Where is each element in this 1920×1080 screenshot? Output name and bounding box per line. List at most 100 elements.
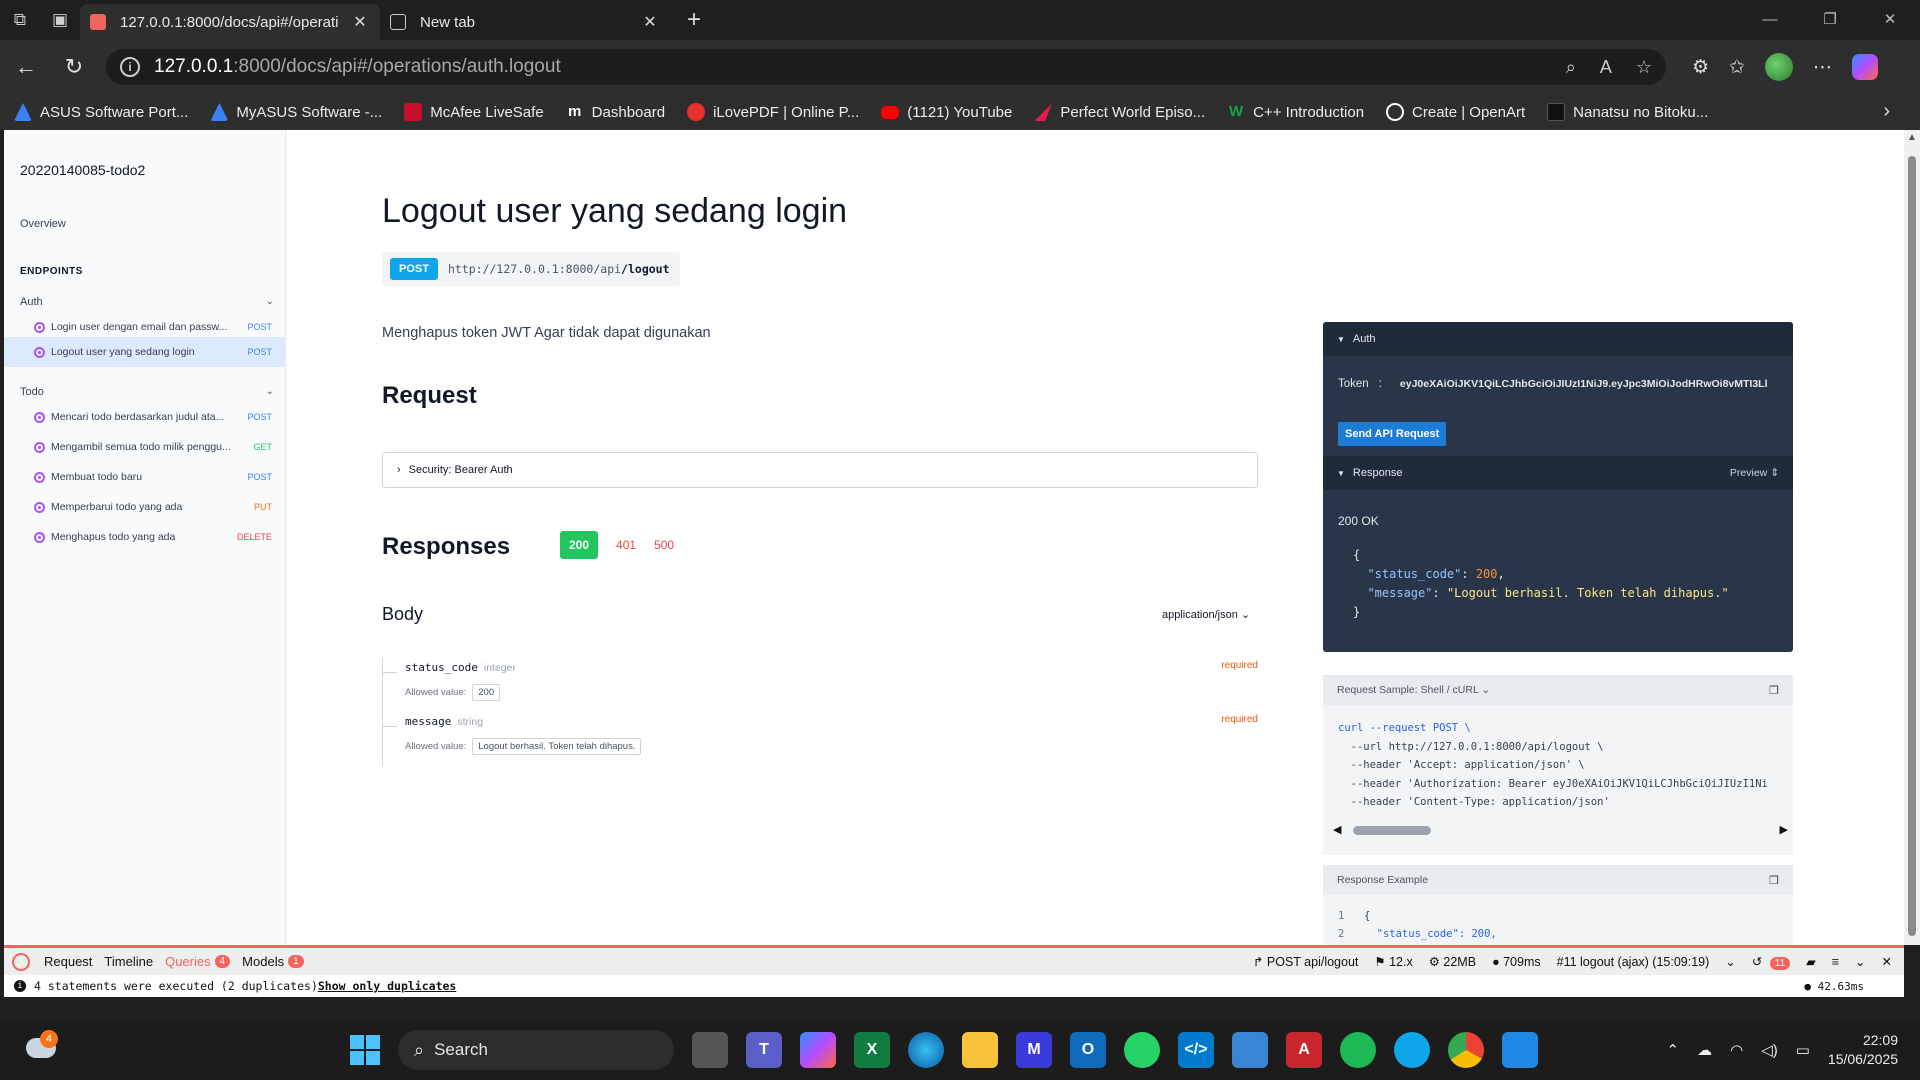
- close-tab-icon[interactable]: ✕: [640, 12, 660, 32]
- chevron-down-icon[interactable]: ⌄: [1725, 954, 1735, 969]
- acrobat-icon[interactable]: A: [1286, 1032, 1322, 1068]
- close-tab-icon[interactable]: ✕: [350, 12, 370, 32]
- scroll-left-icon[interactable]: ◀: [1333, 823, 1341, 836]
- sidebar-item-list-todo[interactable]: Mengambil semua todo milik penggu... GET: [4, 432, 286, 462]
- spotify-icon[interactable]: [1340, 1032, 1376, 1068]
- restore-icon[interactable]: ❐: [1800, 0, 1860, 40]
- scroll-right-icon[interactable]: ▶: [1780, 823, 1788, 836]
- edge-icon[interactable]: [908, 1032, 944, 1068]
- copy-icon[interactable]: ❐: [1769, 684, 1779, 697]
- profile-avatar[interactable]: [1764, 53, 1793, 81]
- folder-icon[interactable]: ▰: [1806, 954, 1816, 969]
- sidebar-item-search-todo[interactable]: Mencari todo berdasarkan judul ata... PO…: [4, 402, 286, 432]
- copilot-icon[interactable]: [1851, 54, 1878, 80]
- vscode-icon[interactable]: </>: [1178, 1032, 1214, 1068]
- scroll-up-icon[interactable]: ▲: [1907, 132, 1917, 143]
- scrollbar-thumb[interactable]: [1353, 826, 1431, 835]
- bookmark-item[interactable]: Nanatsu no Bitoku...: [1547, 103, 1708, 121]
- outlook-icon[interactable]: O: [1070, 1032, 1106, 1068]
- bookmark-item[interactable]: m Dashboard: [566, 103, 665, 121]
- teams-icon[interactable]: T: [746, 1032, 782, 1068]
- show-duplicates-link[interactable]: Show only duplicates: [318, 979, 456, 993]
- notepad-icon[interactable]: [1232, 1032, 1268, 1068]
- page-scrollbar[interactable]: ▲: [1904, 130, 1920, 945]
- battery-icon[interactable]: ▭: [1796, 1041, 1810, 1059]
- sidebar-group-auth[interactable]: Auth ⌄: [20, 296, 274, 308]
- bookmark-item[interactable]: iLovePDF | Online P...: [687, 103, 859, 121]
- wifi-icon[interactable]: ◠: [1730, 1041, 1743, 1059]
- sidebar-item-logout[interactable]: Logout user yang sedang login POST: [4, 337, 286, 367]
- back-button[interactable]: ←: [4, 45, 48, 89]
- bookmark-item[interactable]: (1121) YouTube: [881, 104, 1012, 121]
- vertical-tabs-icon[interactable]: ▣: [40, 0, 80, 40]
- request-sample-language-select[interactable]: Request Sample: Shell / cURL ⌄: [1337, 684, 1490, 696]
- extensions-icon[interactable]: ⚙: [1692, 56, 1709, 79]
- task-view-icon[interactable]: [692, 1032, 728, 1068]
- favorites-icon[interactable]: ✩: [1729, 56, 1745, 79]
- tab-active[interactable]: 127.0.0.1:8000/docs/api#/operati ✕: [80, 4, 380, 40]
- workspaces-icon[interactable]: ⧉: [0, 0, 40, 40]
- tab-status-500[interactable]: 500: [654, 538, 674, 552]
- laravel-logo-icon[interactable]: [12, 952, 30, 971]
- favorite-star-icon[interactable]: ☆: [1636, 57, 1652, 78]
- sidebar-item-update-todo[interactable]: Memperbarui todo yang ada PUT: [4, 492, 286, 522]
- sidebar-item-create-todo[interactable]: Membuat todo baru POST: [4, 462, 286, 492]
- sidebar-item-delete-todo[interactable]: Menghapus todo yang ada DELETE: [4, 522, 286, 552]
- read-aloud-icon[interactable]: A: [1600, 57, 1612, 78]
- auth-section-header[interactable]: ▼ Auth: [1323, 322, 1793, 356]
- tab-status-401[interactable]: 401: [616, 538, 636, 552]
- new-tab-button[interactable]: +: [676, 6, 712, 34]
- token-input[interactable]: eyJ0eXAiOiJKV1QiLCJhbGciOiJIUzI1NiJ9.eyJ…: [1400, 378, 1770, 390]
- volume-icon[interactable]: ◁): [1761, 1041, 1778, 1059]
- preview-select[interactable]: Preview ⇕: [1730, 467, 1779, 479]
- bookmark-item[interactable]: Create | OpenArt: [1386, 103, 1525, 121]
- security-accordion[interactable]: › Security: Bearer Auth: [382, 452, 1258, 488]
- copilot-app-icon[interactable]: [800, 1032, 836, 1068]
- app-icon[interactable]: [1394, 1032, 1430, 1068]
- clock[interactable]: 22:09 15/06/2025: [1828, 1031, 1898, 1069]
- taskbar-search[interactable]: ⌕ Search: [398, 1030, 674, 1070]
- debugbar-tab-queries[interactable]: Queries 4: [165, 954, 231, 969]
- close-window-icon[interactable]: ✕: [1860, 0, 1920, 40]
- debugbar-tab-models[interactable]: Models 1: [242, 954, 304, 969]
- sidebar-group-todo[interactable]: Todo ⌄: [20, 386, 274, 398]
- bookmark-item[interactable]: McAfee LiveSafe: [404, 103, 544, 121]
- bookmark-item[interactable]: MyASUS Software -...: [210, 103, 382, 121]
- site-info-icon[interactable]: i: [120, 57, 140, 77]
- close-debugbar-icon[interactable]: ✕: [1882, 954, 1892, 969]
- minimize-icon[interactable]: —: [1740, 0, 1800, 40]
- url-field[interactable]: i 127.0.0.1:8000/docs/api#/operations/au…: [106, 49, 1666, 85]
- send-api-request-button[interactable]: Send API Request: [1338, 422, 1447, 446]
- refresh-button[interactable]: ↻: [52, 45, 96, 89]
- chrome-icon[interactable]: [1448, 1032, 1484, 1068]
- debugbar-tab-request[interactable]: Request: [44, 954, 92, 969]
- debugbar-tab-timeline[interactable]: Timeline: [104, 954, 153, 969]
- tab-status-200[interactable]: 200: [560, 531, 599, 559]
- bookmarks-overflow-chevron-icon[interactable]: ›: [1883, 100, 1890, 123]
- file-explorer-icon[interactable]: [962, 1032, 998, 1068]
- photos-icon[interactable]: [1502, 1032, 1538, 1068]
- history-icon[interactable]: ↺ 11: [1752, 954, 1791, 970]
- bookmark-item[interactable]: W C++ Introduction: [1227, 103, 1364, 121]
- response-section-header[interactable]: ▼ Response Preview ⇕: [1323, 456, 1793, 490]
- sidebar-item-overview[interactable]: Overview: [20, 218, 66, 230]
- minimize-debugbar-icon[interactable]: ⌄: [1855, 954, 1865, 969]
- more-menu-icon[interactable]: ⋯: [1813, 56, 1832, 79]
- start-button-icon[interactable]: [350, 1035, 380, 1065]
- zoom-icon[interactable]: ⌕: [1566, 57, 1576, 78]
- onedrive-icon[interactable]: ☁: [1697, 1041, 1712, 1059]
- excel-icon[interactable]: X: [854, 1032, 890, 1068]
- ai-app-icon[interactable]: M: [1016, 1032, 1052, 1068]
- weather-widget[interactable]: 4: [22, 1030, 58, 1066]
- bookmark-item[interactable]: ASUS Software Port...: [14, 103, 188, 121]
- tab-new-tab[interactable]: New tab ✕: [380, 4, 670, 40]
- copy-icon[interactable]: ❐: [1769, 874, 1779, 887]
- scrollbar-thumb[interactable]: [1908, 156, 1916, 936]
- whatsapp-icon[interactable]: [1124, 1032, 1160, 1068]
- bookmark-item[interactable]: Perfect World Episo...: [1034, 103, 1205, 121]
- horizontal-scrollbar[interactable]: ◀ ▶: [1333, 823, 1788, 837]
- request-selector[interactable]: #11 logout (ajax) (15:09:19): [1557, 955, 1710, 969]
- content-type-select[interactable]: application/json ⌄: [1162, 608, 1250, 621]
- settings-icon[interactable]: ≡: [1832, 955, 1839, 969]
- chevron-up-icon[interactable]: ⌃: [1667, 1041, 1680, 1059]
